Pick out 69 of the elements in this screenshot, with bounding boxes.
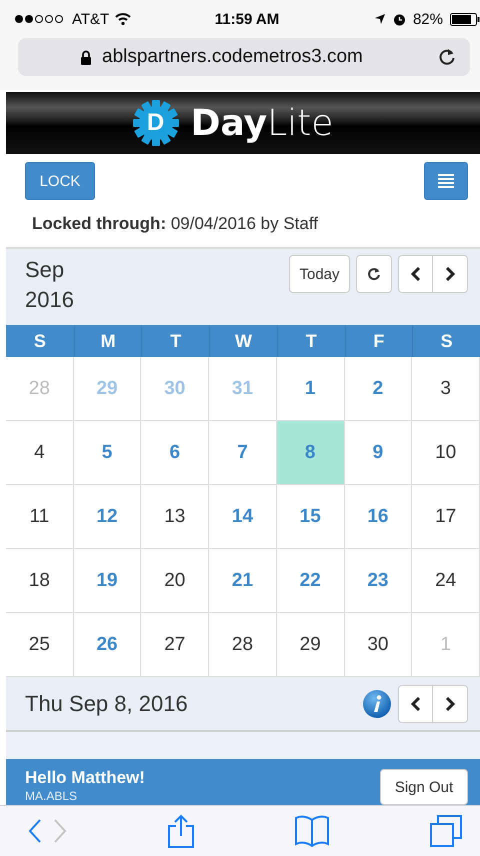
url-text: ablspartners.codemetros3.com (102, 46, 364, 68)
day-cell[interactable]: 6 (141, 421, 210, 485)
previous-button[interactable] (398, 684, 433, 722)
day-cell[interactable]: 24 (412, 549, 480, 613)
day-cell[interactable]: 16 (344, 485, 412, 549)
chevron-right-icon (445, 696, 455, 710)
menu-button[interactable] (424, 162, 468, 200)
wifi-icon (115, 13, 132, 25)
weekday-header: S (32, 330, 47, 353)
weekday-header: F (344, 325, 412, 357)
day-cell[interactable]: 23 (344, 549, 412, 613)
signal-icon (14, 14, 66, 24)
day-cell[interactable]: 15 (276, 485, 345, 549)
chevron-left-icon (410, 267, 420, 281)
lock-status-text: Locked through: 09/04/2016 by Staff (31, 213, 319, 235)
book-icon[interactable] (295, 815, 329, 847)
day-cell[interactable]: 11 (6, 485, 74, 549)
weekday-header: S (412, 325, 480, 357)
day-cell[interactable]: 5 (74, 421, 142, 485)
lock-button[interactable]: LOCK (25, 162, 95, 200)
carrier-name: AT&T (72, 10, 110, 28)
next-button[interactable] (433, 684, 468, 722)
day-cell[interactable]: 3 (412, 357, 480, 421)
next-button[interactable] (433, 255, 468, 293)
greeting-text: Hello Matthew! (25, 768, 145, 788)
tabs-icon[interactable] (430, 815, 462, 847)
day-cell[interactable]: 4 (6, 421, 74, 485)
alarm-clock-icon (392, 12, 406, 26)
day-cell[interactable]: 22 (276, 549, 345, 613)
day-cell[interactable]: 13 (141, 485, 210, 549)
today-button[interactable]: Today (289, 255, 350, 293)
back-icon[interactable] (28, 819, 42, 843)
location-arrow-icon (374, 13, 386, 25)
logo-text: DayLite (190, 102, 334, 144)
day-cell[interactable]: 17 (412, 485, 480, 549)
day-cell[interactable]: 20 (141, 549, 210, 613)
info-icon[interactable] (362, 688, 392, 718)
refresh-button[interactable] (356, 255, 392, 293)
day-cell[interactable]: 14 (209, 485, 277, 549)
address-field[interactable]: ablspartners.codemetros3.com (18, 38, 470, 76)
sign-out-button[interactable]: Sign Out (380, 769, 468, 805)
refresh-icon (367, 267, 381, 281)
day-cell[interactable]: 2 (344, 357, 412, 421)
battery-icon (450, 12, 480, 26)
clock-time: 11:59 AM (214, 10, 280, 28)
menu-icon (438, 174, 454, 188)
selected-date: Thu Sep 8, 2016 (25, 690, 188, 716)
day-cell[interactable]: 9 (344, 421, 412, 485)
year-label: 2016 (25, 286, 74, 314)
battery-percent: 82% (412, 10, 443, 28)
day-cell[interactable]: 12 (74, 485, 142, 549)
day-cell[interactable]: 19 (74, 549, 142, 613)
day-cell[interactable]: 18 (6, 549, 74, 613)
lock-icon (80, 50, 92, 64)
weekday-header: T (141, 325, 210, 357)
previous-button[interactable] (398, 255, 433, 293)
chevron-right-icon (445, 267, 455, 281)
weekday-header: M (74, 325, 142, 357)
reload-icon[interactable] (438, 48, 456, 66)
day-cell[interactable]: 28 (6, 357, 74, 421)
day-cell[interactable]: 21 (209, 549, 277, 613)
weekday-header: W (209, 325, 277, 357)
month-label: Sep (25, 256, 66, 284)
username-text: MA.ABLS (25, 789, 78, 803)
weekday-header: T (276, 325, 345, 357)
day-cell[interactable]: 10 (412, 421, 480, 485)
chevron-left-icon (410, 696, 420, 710)
share-icon[interactable] (168, 814, 194, 848)
day-cell[interactable]: 8 (276, 421, 345, 485)
